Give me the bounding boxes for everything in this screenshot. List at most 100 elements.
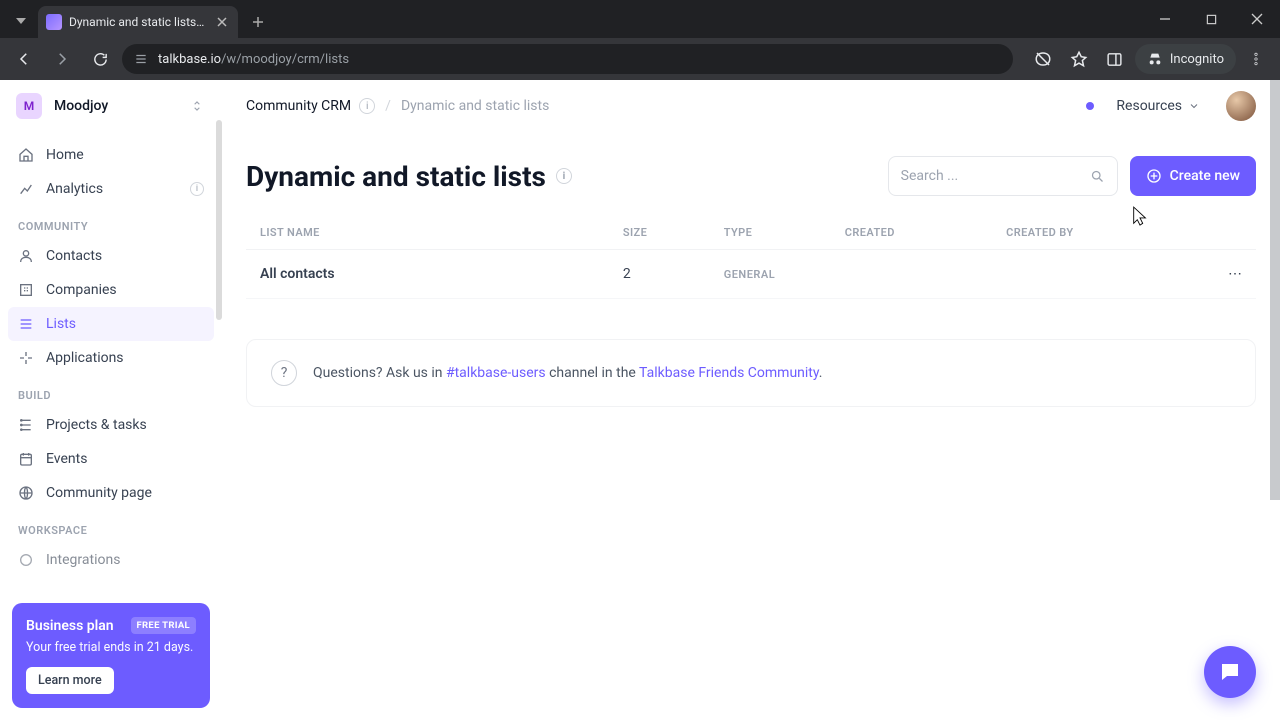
promo-title: Business plan: [26, 618, 114, 634]
sidebar-item-label: Home: [46, 147, 84, 163]
sidebar-item-companies[interactable]: Companies: [8, 273, 214, 307]
sidebar-item-applications[interactable]: Applications: [8, 341, 214, 375]
col-header-created[interactable]: CREATED: [831, 216, 992, 250]
chat-widget-button[interactable]: [1204, 646, 1256, 698]
sidebar-item-label: Events: [46, 451, 87, 467]
sidebar-section-community: Community: [8, 206, 214, 239]
incognito-badge[interactable]: Incognito: [1135, 44, 1236, 74]
sidebar-item-label: Community page: [46, 485, 152, 501]
plus-circle-icon: [1146, 168, 1162, 184]
lists-table: LIST NAME SIZE TYPE CREATED CREATED BY A…: [246, 216, 1256, 299]
help-text: Questions? Ask us in #talkbase-users cha…: [313, 365, 822, 381]
tab-title: Dynamic and static lists | Talkb…: [69, 15, 207, 29]
search-icon: [1090, 169, 1105, 184]
contacts-icon: [18, 248, 34, 264]
url-bar[interactable]: talkbase.io/w/moodjoy/crm/lists: [122, 44, 1013, 74]
table-row[interactable]: All contacts 2 GENERAL ⋯: [246, 250, 1256, 299]
site-settings-icon: [134, 52, 148, 66]
sidebar-item-analytics[interactable]: Analytics i: [8, 172, 214, 206]
sidebar-item-integrations[interactable]: Integrations: [8, 543, 214, 577]
content-scrollbar[interactable]: [1270, 80, 1280, 500]
integrations-icon: [18, 552, 34, 568]
workspace-switcher[interactable]: M Moodjoy: [0, 80, 222, 132]
sidebar-item-label: Projects & tasks: [46, 417, 147, 433]
browser-tab[interactable]: Dynamic and static lists | Talkb…: [38, 6, 238, 38]
sidebar-item-label: Contacts: [46, 248, 102, 264]
incognito-label: Incognito: [1170, 52, 1224, 67]
resources-menu[interactable]: Resources: [1116, 98, 1200, 114]
sidebar-section-build: Build: [8, 375, 214, 408]
sidebar-item-contacts[interactable]: Contacts: [8, 239, 214, 273]
create-new-button[interactable]: Create new: [1130, 156, 1256, 196]
sidebar-section-workspace: Workspace: [8, 510, 214, 543]
breadcrumb-root[interactable]: Community CRM i: [246, 98, 375, 114]
plan-promo-card: Business plan FREE TRIAL Your free trial…: [12, 603, 210, 708]
sidebar-item-label: Integrations: [46, 552, 120, 568]
workspace-avatar: M: [16, 93, 42, 119]
topbar: Community CRM i / Dynamic and static lis…: [222, 80, 1280, 132]
breadcrumb-separator: /: [385, 98, 391, 114]
sidebar-item-projects[interactable]: Projects & tasks: [8, 408, 214, 442]
side-panel-button[interactable]: [1099, 43, 1131, 75]
sidebar-item-label: Analytics: [46, 181, 103, 197]
reload-button[interactable]: [84, 43, 116, 75]
resources-label: Resources: [1116, 98, 1182, 114]
help-channel-link[interactable]: #talkbase-users: [446, 365, 546, 381]
companies-icon: [18, 282, 34, 298]
applications-icon: [18, 350, 34, 366]
sidebar-item-events[interactable]: Events: [8, 442, 214, 476]
breadcrumb-root-label: Community CRM: [246, 98, 351, 114]
col-header-type[interactable]: TYPE: [710, 216, 831, 250]
lists-icon: [18, 316, 34, 332]
help-banner: ? Questions? Ask us in #talkbase-users c…: [246, 339, 1256, 407]
promo-badge: FREE TRIAL: [131, 617, 196, 634]
sidebar-item-label: Lists: [46, 316, 76, 332]
search-input[interactable]: [901, 168, 1082, 184]
sidebar: M Moodjoy Home Analytics i Community: [0, 80, 222, 720]
page-title: Dynamic and static lists i: [246, 160, 572, 193]
promo-learn-more-button[interactable]: Learn more: [26, 667, 114, 694]
minimize-window-button[interactable]: [1142, 0, 1188, 38]
main-pane: Community CRM i / Dynamic and static lis…: [222, 80, 1280, 720]
col-header-name[interactable]: LIST NAME: [246, 216, 609, 250]
sidebar-item-label: Companies: [46, 282, 117, 298]
favicon: [46, 14, 62, 30]
sidebar-item-community-page[interactable]: Community page: [8, 476, 214, 510]
home-icon: [18, 147, 34, 163]
close-tab-button[interactable]: [214, 14, 230, 30]
address-bar: talkbase.io/w/moodjoy/crm/lists Incognit…: [0, 38, 1280, 80]
status-indicator[interactable]: [1086, 102, 1094, 110]
cell-created-by: [992, 250, 1214, 299]
row-actions-button[interactable]: ⋯: [1214, 250, 1256, 299]
breadcrumb-leaf: Dynamic and static lists: [401, 98, 549, 114]
col-header-created-by[interactable]: CREATED BY: [992, 216, 1214, 250]
sidebar-item-home[interactable]: Home: [8, 138, 214, 172]
cell-size: 2: [609, 250, 710, 299]
info-icon[interactable]: i: [556, 168, 572, 184]
info-icon: i: [190, 182, 204, 196]
help-community-link[interactable]: Talkbase Friends Community: [639, 365, 819, 381]
question-icon: ?: [271, 360, 297, 386]
chat-icon: [1218, 660, 1242, 684]
new-tab-button[interactable]: [244, 8, 272, 36]
browser-tab-strip: Dynamic and static lists | Talkb…: [0, 0, 1280, 38]
info-icon[interactable]: i: [359, 98, 375, 114]
tab-search-button[interactable]: [8, 8, 34, 34]
tracking-blocked-icon[interactable]: [1027, 43, 1059, 75]
workspace-name: Moodjoy: [54, 98, 176, 114]
cell-created: [831, 250, 992, 299]
search-box[interactable]: [888, 156, 1118, 196]
sidebar-item-lists[interactable]: Lists: [8, 307, 214, 341]
analytics-icon: [18, 181, 34, 197]
events-icon: [18, 451, 34, 467]
maximize-window-button[interactable]: [1188, 0, 1234, 38]
close-window-button[interactable]: [1234, 0, 1280, 38]
forward-button[interactable]: [46, 43, 78, 75]
chevron-down-icon: [1188, 100, 1200, 112]
user-avatar[interactable]: [1226, 91, 1256, 121]
browser-menu-button[interactable]: [1240, 43, 1272, 75]
col-header-size[interactable]: SIZE: [609, 216, 710, 250]
back-button[interactable]: [8, 43, 40, 75]
cell-name: All contacts: [246, 250, 609, 299]
bookmark-button[interactable]: [1063, 43, 1095, 75]
